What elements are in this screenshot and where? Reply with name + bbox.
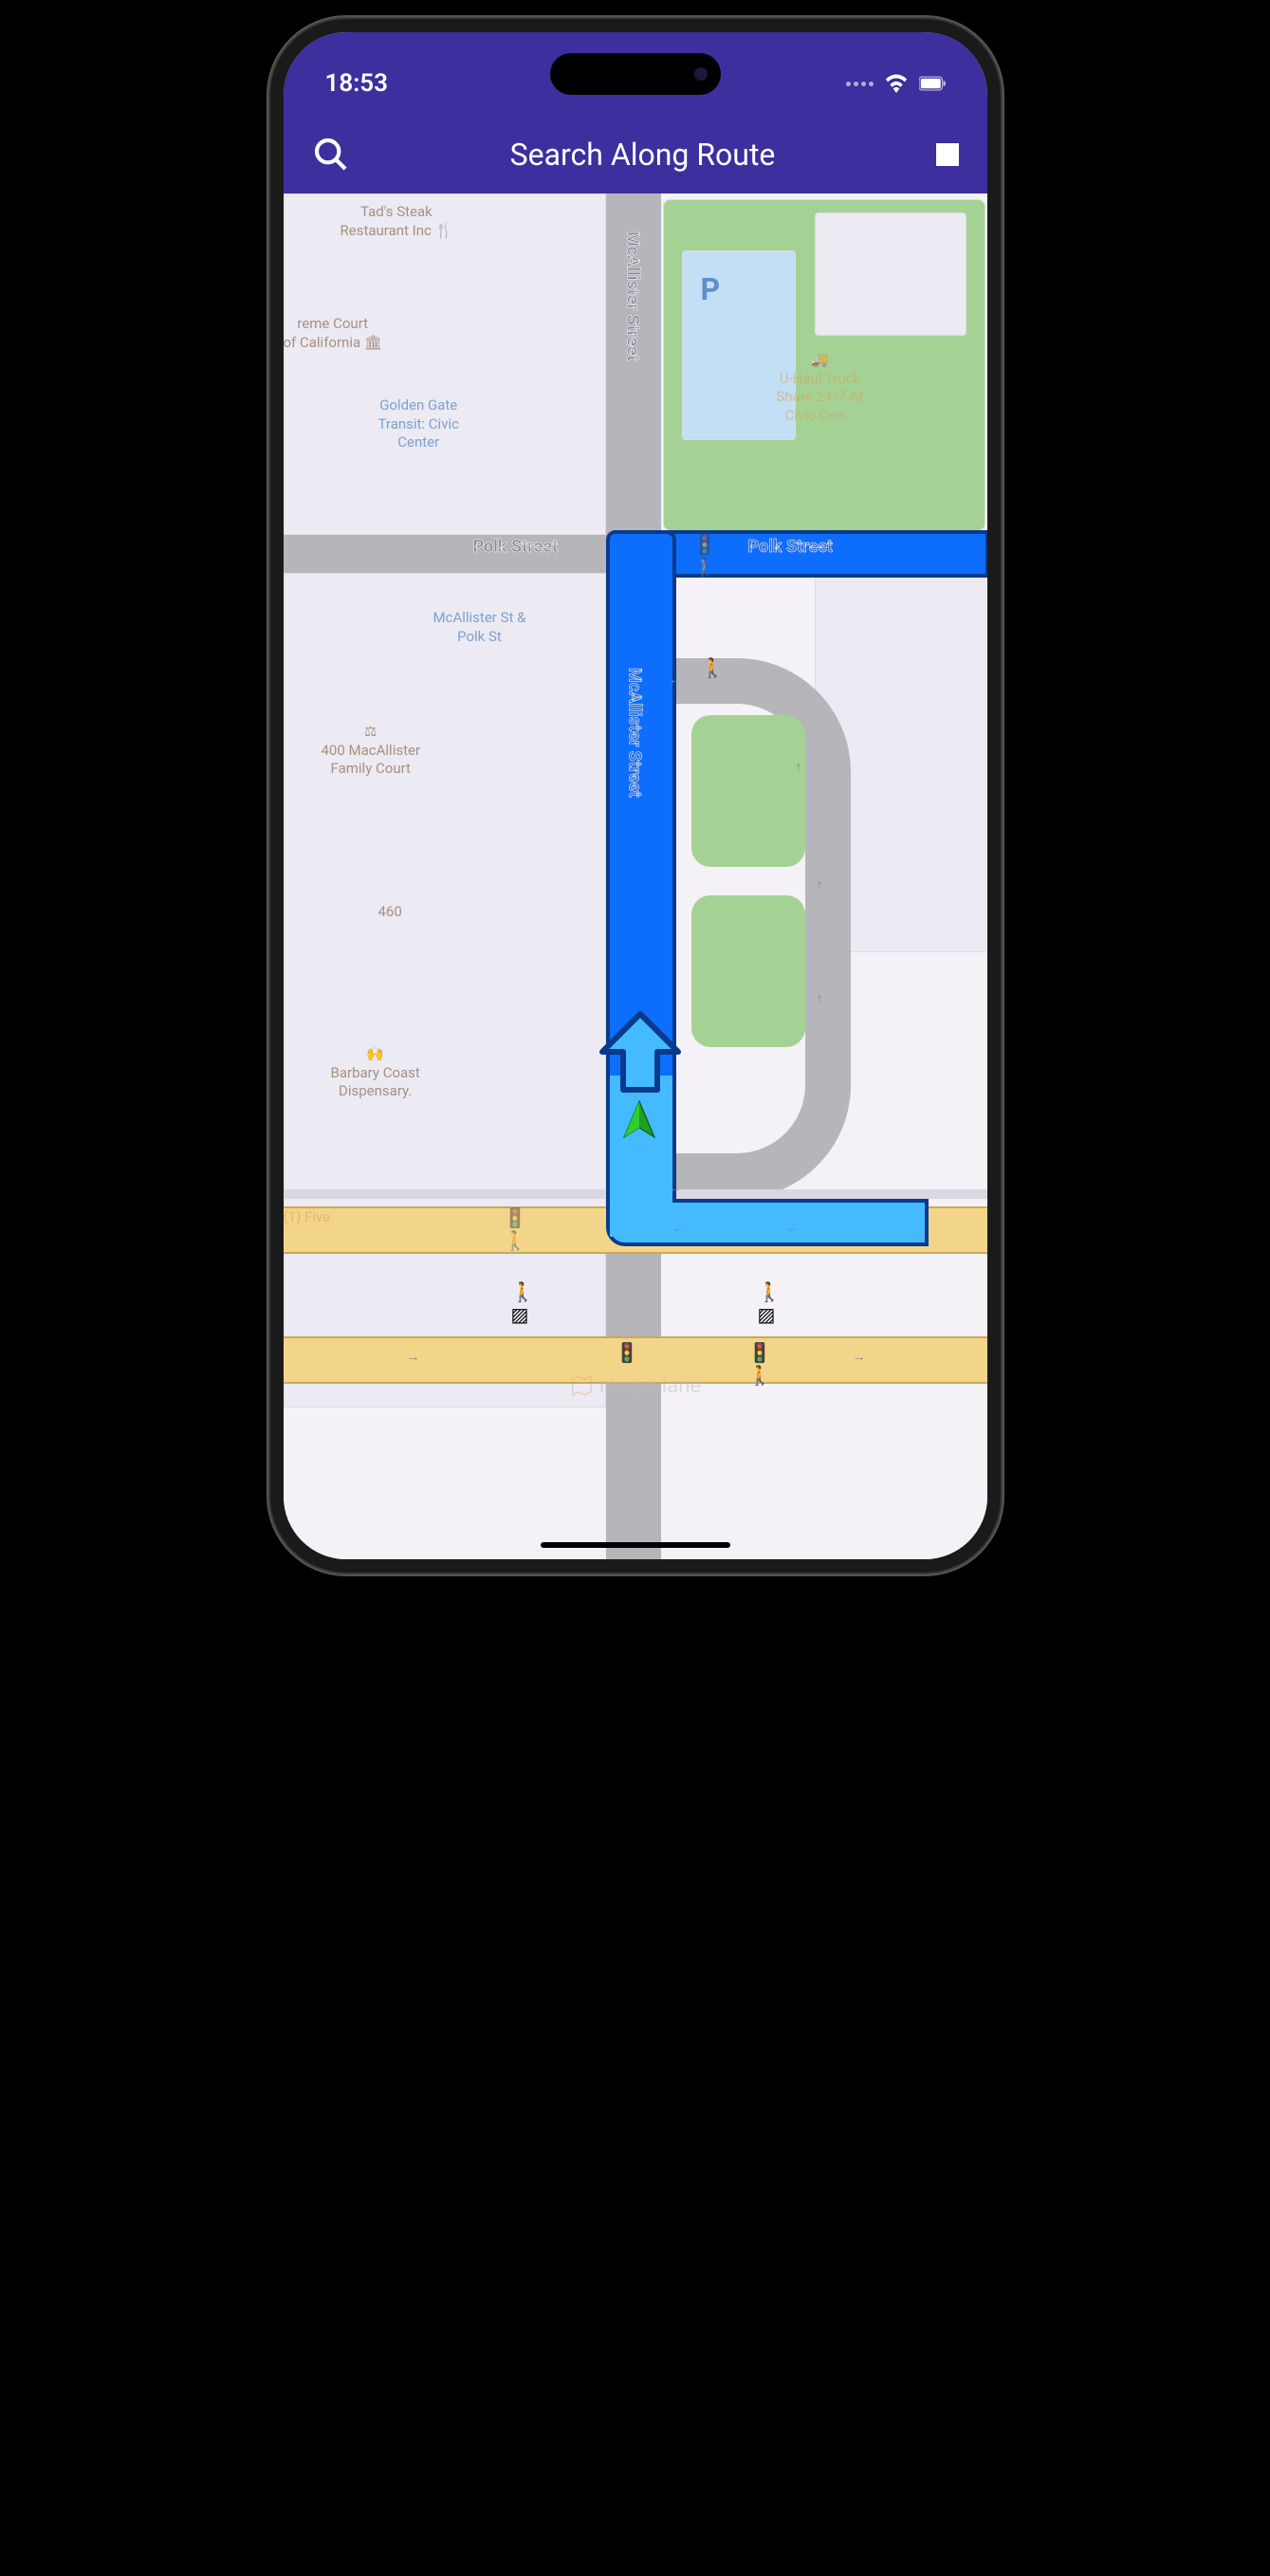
poi-label: 🚚U-Haul TruckShare 24/7 AtCivic Cen... <box>777 351 864 425</box>
map-block <box>284 573 606 1408</box>
search-icon[interactable] <box>312 136 350 174</box>
map-canvas[interactable]: P Tad's SteakRestaurant Inc 🍴 reme Court… <box>284 193 987 1559</box>
turn-arrow-icon <box>593 1009 688 1104</box>
traffic-light-icon: 🚦🚶 <box>504 1206 526 1229</box>
pedestrian-icon: 🚶 <box>701 656 724 679</box>
phone-frame: 18:53 Search Along Route <box>270 19 1001 1573</box>
direction-arrow-icon: ↑ <box>796 759 802 775</box>
poi-label: McAllister St &Polk St <box>433 609 526 646</box>
stop-button[interactable] <box>936 143 959 166</box>
traffic-light-icon: 🚦 <box>616 1341 638 1364</box>
crosswalk-icon: 🚶▨ <box>758 1280 781 1303</box>
park-patch <box>691 895 805 1047</box>
map-block <box>284 193 606 535</box>
map-block <box>815 212 966 336</box>
poi-label: reme Courtof California 🏛 <box>284 315 382 352</box>
traffic-light-icon: 🚦🚶 <box>748 1341 771 1364</box>
cellular-icon <box>846 82 874 86</box>
direction-arrow-icon: ↑ <box>817 876 823 892</box>
direction-arrow-icon: ← <box>669 1180 682 1196</box>
page-title: Search Along Route <box>350 137 936 173</box>
app-header: Search Along Route <box>284 116 987 193</box>
poi-label: (1) Five <box>284 1208 331 1227</box>
poi-label: 🙌Barbary CoastDispensary. <box>331 1045 420 1101</box>
status-time: 18:53 <box>325 50 389 98</box>
direction-arrow-icon: ↑ <box>817 990 823 1006</box>
street-label: Polk Street <box>748 537 834 557</box>
park-patch <box>691 715 805 867</box>
direction-arrow-icon: → <box>853 1349 866 1365</box>
street-label: McAllister Street <box>625 668 645 798</box>
poi-label: 460 <box>378 903 402 922</box>
poi-label: ⚖400 MacAllisterFamily Court <box>322 723 421 779</box>
street-label: Polk Street <box>473 537 559 557</box>
direction-arrow-icon: ← <box>669 672 682 688</box>
poi-label: Golden GateTransit: CivicCenter <box>378 396 459 452</box>
direction-arrow-icon: ← <box>672 1220 686 1236</box>
wifi-icon <box>883 74 910 93</box>
direction-arrow-icon: → <box>407 1349 420 1365</box>
traffic-light-icon: 🚦🚶 <box>693 533 716 556</box>
home-indicator[interactable] <box>541 1542 730 1548</box>
dynamic-island <box>550 53 721 95</box>
map-watermark: magic lane <box>569 1373 701 1398</box>
parking-icon: P <box>701 271 721 307</box>
phone-screen: 18:53 Search Along Route <box>284 32 987 1559</box>
direction-arrow-icon: ← <box>786 1220 800 1236</box>
street-label: McAllister Street <box>623 231 643 361</box>
poi-label: Tad's SteakRestaurant Inc 🍴 <box>341 203 453 240</box>
battery-icon <box>919 74 946 93</box>
location-marker-icon <box>618 1099 660 1141</box>
crosswalk-icon: 🚶▨ <box>511 1280 534 1303</box>
